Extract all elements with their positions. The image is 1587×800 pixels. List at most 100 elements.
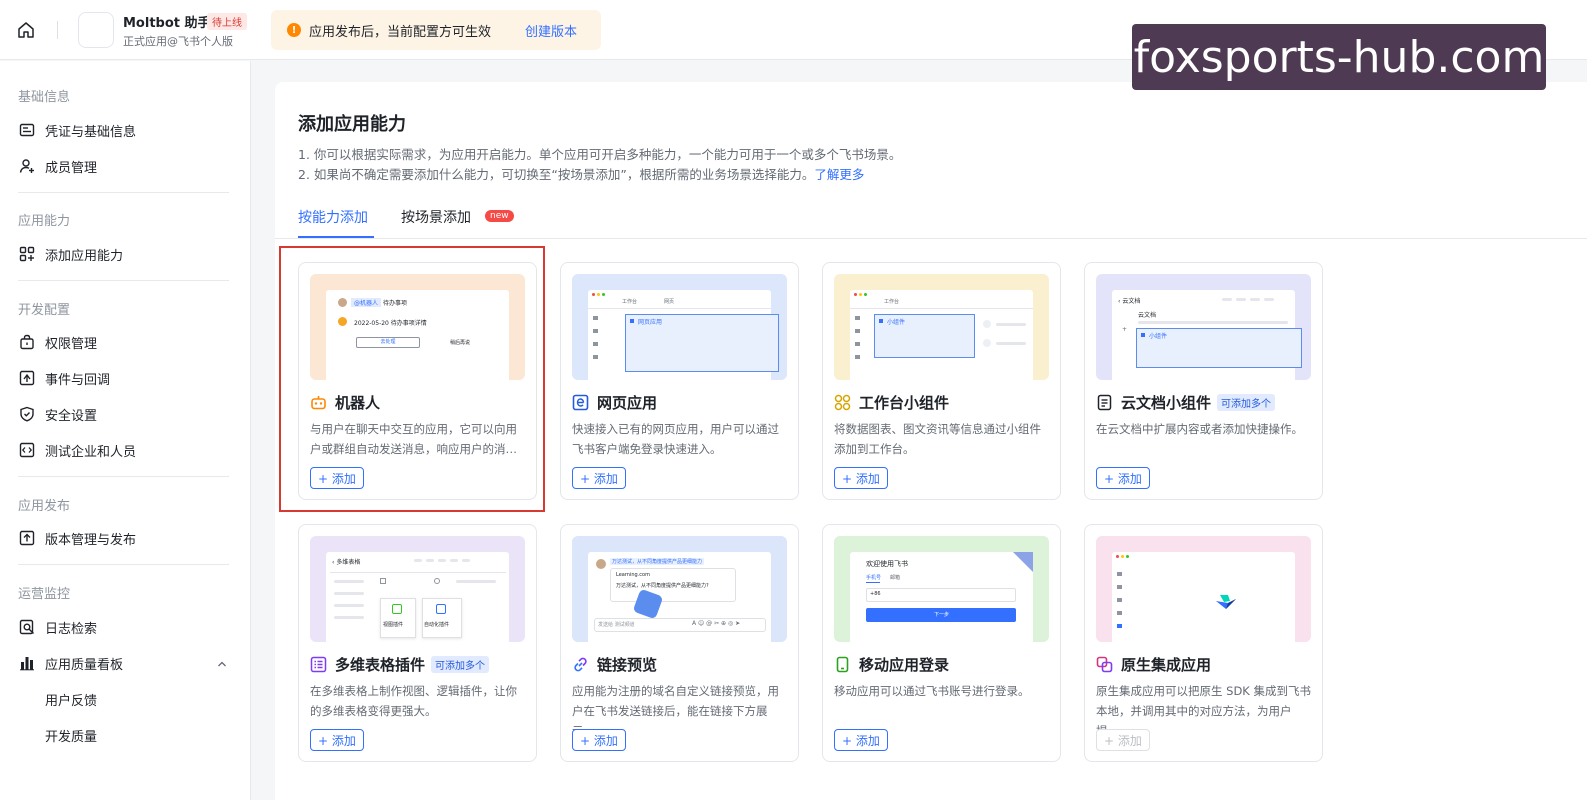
multi-add-tag: 可添加多个 <box>1217 393 1276 411</box>
tab-by-capability[interactable]: 按能力添加 <box>298 207 368 227</box>
bar-chart-icon <box>18 654 36 672</box>
tab-by-scenario[interactable]: 按场景添加 <box>401 207 471 227</box>
sidebar-item-label: 用户反馈 <box>45 693 98 709</box>
add-web-app-button[interactable]: + 添加 <box>572 467 626 489</box>
add-base-plugin-button[interactable]: + 添加 <box>310 729 364 751</box>
card-description: 快速接入已有的网页应用，用户可以通过飞书客户端免登录快速进入。 <box>572 422 779 456</box>
card-thumbnail <box>1096 536 1311 642</box>
add-link-preview-button[interactable]: + 添加 <box>572 729 626 751</box>
card-title-text: 原生集成应用 <box>1121 655 1212 674</box>
card-title: 移动应用登录 <box>834 652 949 676</box>
sidebar-item-label: 权限管理 <box>45 336 98 352</box>
thumbnail-mock: ‹ 云文档 云文档 + 小组件 <box>1112 290 1302 380</box>
description-line-1: 1. 你可以根据实际需求，为应用开启能力。单个应用可开启多种能力，一个能力可用于… <box>298 147 902 162</box>
link-icon <box>572 656 589 673</box>
thumbnail-mock: ‹ 多维表格 视图插件 自动化插件 <box>326 552 509 642</box>
top-divider <box>57 21 58 39</box>
sidebar-item-quality-board[interactable]: 应用质量看板 <box>18 649 233 677</box>
sidebar-item-label: 开发质量 <box>45 729 98 745</box>
card-description: 将数据图表、图文资讯等信息通过小组件添加到工作台。 <box>834 422 1041 456</box>
capability-card-base-plugin[interactable]: ‹ 多维表格 视图插件 自动化插件 多维表格插件 可添加多个 在多维表格上制作视 <box>298 524 537 762</box>
sidebar-item-label: 成员管理 <box>45 160 98 176</box>
event-icon <box>18 369 36 387</box>
card-title: 多维表格插件 可添加多个 <box>310 652 490 676</box>
lock-bag-icon <box>18 333 36 351</box>
card-thumbnail: 工作台 小组件 <box>834 274 1049 380</box>
card-thumbnail: 万达测试，从不同角度提供产品更细能力 Learning.com 万达测试，从不同… <box>572 536 787 642</box>
notice-text: 应用发布后，当前配置方可生效 <box>309 24 492 40</box>
add-widget-button[interactable]: + 添加 <box>834 467 888 489</box>
card-thumbnail: 工作台 网页 网页应用 <box>572 274 787 380</box>
thumbnail-mock: 工作台 小组件 <box>850 290 1033 380</box>
card-title: 云文档小组件 可添加多个 <box>1096 390 1276 414</box>
capability-card-native-app[interactable]: 原生集成应用 原生集成应用可以把原生 SDK 集成到飞书本地，并调用其中的对应方… <box>1084 524 1323 762</box>
capability-card-web-app[interactable]: 工作台 网页 网页应用 网页应用 快速接入已有的网页应用，用户可以通过飞书客户端… <box>560 262 799 500</box>
sidebar-item-test-users[interactable]: 测试企业和人员 <box>18 436 233 464</box>
app-subtitle: 正式应用@飞书个人版 <box>123 35 233 48</box>
warning-icon: ! <box>287 23 301 37</box>
description-text: 2. 如果尚不确定需要添加什么能力，可切换至“按场景添加”，根据所需的业务场景选… <box>298 167 815 182</box>
sidebar-item-permissions[interactable]: 权限管理 <box>18 328 233 356</box>
section-title-capability: 应用能力 <box>18 214 71 229</box>
app-name: Moltbot 助手 <box>123 16 211 31</box>
thumbnail-mock: 万达测试，从不同角度提供产品更细能力 Learning.com 万达测试，从不同… <box>588 552 771 642</box>
capability-card-workplace-widget[interactable]: 工作台 小组件 工作台小组件 将数据图表、图文资讯等信息通过小组件添加到工作台。… <box>822 262 1061 500</box>
card-thumbnail: ‹ 多维表格 视图插件 自动化插件 <box>310 536 525 642</box>
native-icon <box>1096 656 1113 673</box>
add-doc-widget-button[interactable]: + 添加 <box>1096 467 1150 489</box>
add-mobile-login-button[interactable]: + 添加 <box>834 729 888 751</box>
card-title-text: 移动应用登录 <box>859 655 950 674</box>
card-description: 在云文档中扩展内容或者添加快捷操作。 <box>1096 422 1303 436</box>
card-title: 原生集成应用 <box>1096 652 1211 676</box>
capability-card-link-preview[interactable]: 万达测试，从不同角度提供产品更细能力 Learning.com 万达测试，从不同… <box>560 524 799 762</box>
card-title-text: 工作台小组件 <box>859 393 950 412</box>
sidebar-item-label: 事件与回调 <box>45 372 111 388</box>
learn-more-link[interactable]: 了解更多 <box>814 167 864 182</box>
card-description: 在多维表格上制作视图、逻辑插件，让你的多维表格变得更强大。 <box>310 684 517 718</box>
feishu-logo-icon <box>1216 595 1236 609</box>
sidebar-item-versions[interactable]: 版本管理与发布 <box>18 524 233 552</box>
card-title-text: 云文档小组件 <box>1121 393 1212 412</box>
sidebar-item-members[interactable]: 成员管理 <box>18 152 233 180</box>
sidebar-item-label: 日志检索 <box>45 621 98 637</box>
sidebar-item-add-capability[interactable]: 添加应用能力 <box>18 240 233 268</box>
home-icon[interactable] <box>14 18 38 42</box>
sidebar-item-label: 版本管理与发布 <box>45 532 137 548</box>
apps-add-icon <box>18 245 36 263</box>
sidebar-item-dev-quality[interactable]: 开发质量 <box>45 721 260 749</box>
sidebar-item-label: 测试企业和人员 <box>45 444 137 460</box>
log-search-icon <box>18 618 36 636</box>
publish-notice: ! 应用发布后，当前配置方可生效 创建版本 <box>271 10 601 50</box>
thumbnail-mock: 工作台 网页 网页应用 <box>588 290 779 380</box>
sidebar: 基础信息 凭证与基础信息 成员管理 应用能力 添加应用能力 开发配置 权限管理 … <box>0 61 251 800</box>
card-title: 链接预览 <box>572 652 657 676</box>
sidebar-item-credentials[interactable]: 凭证与基础信息 <box>18 116 233 144</box>
highlight-box <box>279 246 545 512</box>
card-title-text: 多维表格插件 <box>335 655 426 674</box>
sidebar-item-events[interactable]: 事件与回调 <box>18 364 233 392</box>
description-line-2: 2. 如果尚不确定需要添加什么能力，可切换至“按场景添加”，根据所需的业务场景选… <box>298 164 864 183</box>
sidebar-item-label: 应用质量看板 <box>45 657 124 673</box>
sidebar-item-label: 凭证与基础信息 <box>45 124 137 140</box>
section-title-dev: 开发配置 <box>18 303 71 318</box>
capability-card-mobile-login[interactable]: 欢迎使用飞书 手机号 邮箱 +86 下一步 移动应用登录 移动应用可以通过飞书账… <box>822 524 1061 762</box>
app-status-badge: 待上线 <box>207 13 247 30</box>
id-card-icon <box>18 121 36 139</box>
chevron-up-icon[interactable] <box>217 659 227 669</box>
sidebar-item-security[interactable]: 安全设置 <box>18 400 233 428</box>
capability-card-doc-widget[interactable]: ‹ 云文档 云文档 + 小组件 云文档小组件 可添加多个 在云文档中扩展内容或者… <box>1084 262 1323 500</box>
sidebar-item-label: 安全设置 <box>45 408 98 424</box>
thumbnail-mock <box>1112 552 1295 642</box>
section-title-publish: 应用发布 <box>18 499 71 514</box>
add-user-icon <box>18 157 36 175</box>
code-icon <box>18 441 36 459</box>
create-version-link[interactable]: 创建版本 <box>525 21 577 40</box>
add-native-app-button[interactable]: + 添加 <box>1096 729 1150 751</box>
tab-divider <box>275 238 1587 239</box>
page-title: 添加应用能力 <box>298 114 406 135</box>
sidebar-item-user-feedback[interactable]: 用户反馈 <box>45 685 260 713</box>
doc-icon <box>1096 394 1113 411</box>
upload-icon <box>18 529 36 547</box>
card-thumbnail: 欢迎使用飞书 手机号 邮箱 +86 下一步 <box>834 536 1049 642</box>
sidebar-item-log-search[interactable]: 日志检索 <box>18 613 233 641</box>
